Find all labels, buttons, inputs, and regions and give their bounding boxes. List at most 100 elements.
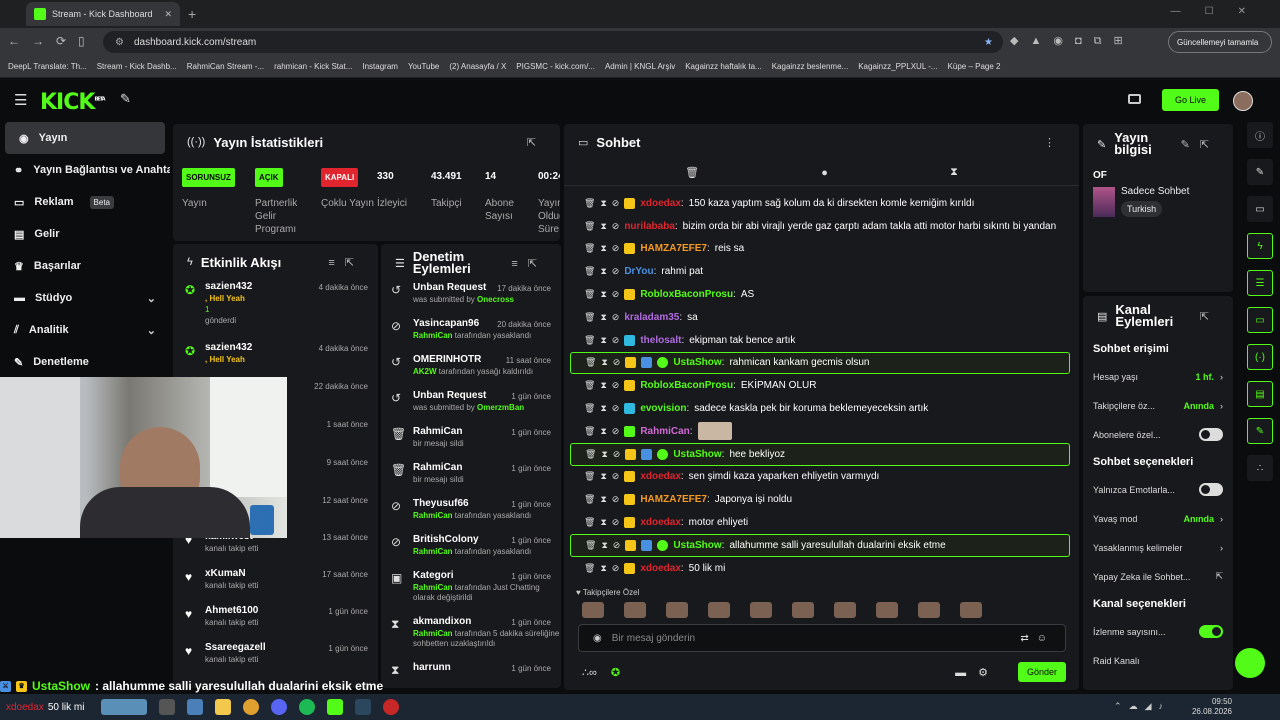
bookmark-item[interactable]: Admin | KNGL Arşiv <box>605 62 675 71</box>
bookmark-star-icon[interactable]: ★ <box>984 37 993 48</box>
bookmark-item[interactable]: Stream - Kick Dashb... <box>97 62 177 71</box>
chat-message[interactable]: 🗑︎ ⧗ ⊘ UstaShow: hee bekliyoz <box>570 442 1070 466</box>
delete-message-icon[interactable]: 🗑︎ <box>584 243 595 254</box>
delete-message-icon[interactable]: 🗑︎ <box>584 494 595 505</box>
sidebar-item-analitik[interactable]: ⫽ Analitik ⌄ <box>0 314 170 346</box>
chat-message[interactable]: 🗑︎ ⧗ ⊘ thelosalt: ekipman tak bence artık <box>570 329 1070 352</box>
taskbar-kick-icon[interactable] <box>326 699 343 715</box>
chat-message[interactable]: 🗑︎ ⧗ ⊘ nurilababa: bizim orda bir abi virajl… <box>570 215 1070 238</box>
ban-icon[interactable]: ⊘ <box>612 426 620 437</box>
taskbar-app-icon[interactable] <box>100 699 147 715</box>
sidebar-item-yayin[interactable]: ◉ Yayın <box>5 122 165 154</box>
sidebar-item-denetleme[interactable]: ✎ Denetleme <box>0 346 170 378</box>
ban-icon[interactable]: ⊘ <box>612 403 620 414</box>
timeout-icon[interactable]: ⧗ <box>600 426 606 437</box>
channel-setting[interactable]: Takipçilere öz... Anında › <box>1083 391 1233 420</box>
chat-message[interactable]: 🗑︎ ⧗ ⊘ RahmiCan: <box>570 420 1070 443</box>
chat-message[interactable]: 🗑︎ ⧗ ⊘ DrYou: rahmi pat <box>570 260 1070 283</box>
bookmark-item[interactable]: (2) Anasayfa / X <box>449 62 506 71</box>
taskbar-obs-icon[interactable] <box>382 699 399 715</box>
chat-input[interactable]: ◉ Bir mesaj gönderin ⇄☺ <box>578 624 1066 652</box>
chat-filter-icon[interactable]: ● <box>821 167 828 179</box>
delete-message-icon[interactable]: 🗑︎ <box>584 471 595 482</box>
kick-logo[interactable]: KICKBETA <box>40 90 106 115</box>
channel-setting[interactable]: Yapay Zeka ile Sohbet... ⇱ <box>1083 562 1233 591</box>
chat-username[interactable]: RobloxBaconProsu <box>640 289 733 300</box>
creator-tools-icon[interactable]: ✎ <box>120 91 131 107</box>
ban-icon[interactable]: ⊘ <box>612 335 620 346</box>
more-options-icon[interactable]: ⋮ <box>1044 136 1065 149</box>
chat-message[interactable]: 🗑︎ ⧗ ⊘ RobloxBaconProsu: AS <box>570 283 1070 306</box>
browser-tab[interactable]: Stream - Kick Dashboard ✕ <box>26 2 180 26</box>
bookmark-item[interactable]: Küpe – Page 2 <box>948 62 1001 71</box>
chat-username[interactable]: RahmiCan <box>640 426 689 437</box>
chat-username[interactable]: HAMZA7EFE7 <box>640 243 707 254</box>
chat-message[interactable]: 🗑︎ ⧗ ⊘ RobloxBaconProsu: EKİPMAN OLUR <box>570 374 1070 397</box>
emote-icon[interactable] <box>666 602 688 618</box>
delete-message-icon[interactable]: 🗑︎ <box>584 289 595 300</box>
channel-setting[interactable]: İzlenme sayısını... <box>1083 617 1233 646</box>
camera-icon[interactable] <box>1128 94 1141 104</box>
chat-username[interactable]: RobloxBaconProsu <box>640 380 733 391</box>
system-tray[interactable]: ⌃☁◢♪ <box>1114 701 1170 712</box>
hourglass-icon[interactable]: ⧗ <box>950 166 958 179</box>
chat-username[interactable]: UstaShow <box>673 449 721 460</box>
timeout-icon[interactable]: ⧗ <box>600 517 606 528</box>
chat-username[interactable]: xdoedax <box>640 517 681 528</box>
emote-icon[interactable] <box>750 602 772 618</box>
bookmark-item[interactable]: Kagainzz_PPLXUL -... <box>858 62 937 71</box>
chat-username[interactable]: UstaShow <box>673 357 721 368</box>
taskbar-discord-icon[interactable] <box>270 699 287 715</box>
timeout-icon[interactable]: ⧗ <box>600 494 606 505</box>
timeout-icon[interactable]: ⧗ <box>600 266 606 277</box>
ban-icon[interactable]: ⊘ <box>613 449 621 460</box>
filter-popout-icons[interactable]: ≡⇱ <box>328 256 364 269</box>
chat-message[interactable]: 🗑︎ ⧗ ⊘ UstaShow: allahumme salli yaresululla… <box>570 533 1070 557</box>
list-icon[interactable]: ☰ <box>1247 270 1273 296</box>
chat-username[interactable]: xdoedax <box>640 198 681 209</box>
setting-toggle[interactable] <box>1199 428 1223 441</box>
ban-icon[interactable]: ⊘ <box>612 198 620 209</box>
chat-username[interactable]: nurilababa <box>624 221 675 232</box>
delete-message-icon[interactable]: 🗑︎ <box>585 357 596 368</box>
channel-setting[interactable]: Raid Kanalı <box>1083 646 1233 675</box>
bookmark-item[interactable]: rahmican - Kick Stat... <box>274 62 352 71</box>
share-icon[interactable]: ∴ <box>1247 455 1273 481</box>
filter-popout-icons[interactable]: ≡⇱ <box>511 257 547 270</box>
chat-message[interactable]: 🗑︎ ⧗ ⊘ UstaShow: rahmican kankam gecmis olsu… <box>570 351 1070 375</box>
nav-buttons[interactable]: ←→⟳▯ <box>8 34 97 48</box>
ban-icon[interactable]: ⊘ <box>612 312 620 323</box>
bookmark-item[interactable]: DeepL Translate: Th... <box>8 62 87 71</box>
bookmark-item[interactable]: RahmiCan Stream -... <box>187 62 264 71</box>
delete-message-icon[interactable]: 🗑︎ <box>585 449 596 460</box>
ban-icon[interactable]: ⊘ <box>612 517 620 528</box>
delete-message-icon[interactable]: 🗑︎ <box>584 563 595 574</box>
chat-settings-icons[interactable]: ▬⚙ <box>955 666 1000 679</box>
ban-icon[interactable]: ⊘ <box>612 289 620 300</box>
delete-message-icon[interactable]: 🗑︎ <box>584 380 595 391</box>
chat-username[interactable]: kraladam35 <box>624 312 679 323</box>
ban-icon[interactable]: ⊘ <box>612 243 620 254</box>
site-info-icon[interactable]: ⚙ <box>115 37 124 48</box>
timeout-icon[interactable]: ⧗ <box>601 540 607 551</box>
chat-message[interactable]: 🗑︎ ⧗ ⊘ HAMZA7EFE7: reis sa <box>570 238 1070 261</box>
timeout-icon[interactable]: ⧗ <box>600 312 606 323</box>
sidebar-item-reklam[interactable]: ▭ Reklam Beta <box>0 186 170 218</box>
bookmark-item[interactable]: Kagainzz haftalık ta... <box>685 62 762 71</box>
emote-icon[interactable] <box>960 602 982 618</box>
wrench-icon[interactable]: ✎ <box>1247 418 1273 444</box>
sidebar-item-gelir[interactable]: ▤ Gelir <box>0 218 170 250</box>
new-tab-icon[interactable]: + <box>188 6 196 22</box>
signal-icon[interactable]: (·) <box>1247 344 1273 370</box>
camera-icon[interactable]: ▭ <box>1247 196 1273 222</box>
taskbar-spotify-icon[interactable] <box>298 699 315 715</box>
go-live-button[interactable]: Go Live <box>1162 89 1219 111</box>
chat-username[interactable]: HAMZA7EFE7 <box>640 494 707 505</box>
channel-setting[interactable]: Yavaş mod Anında › <box>1083 504 1233 533</box>
server-icon[interactable]: ▤ <box>1247 381 1273 407</box>
emote-icon[interactable] <box>708 602 730 618</box>
delete-message-icon[interactable]: 🗑︎ <box>584 426 595 437</box>
chat-username[interactable]: UstaShow <box>673 540 721 551</box>
emote-icon[interactable] <box>834 602 856 618</box>
ban-icon[interactable]: ⊘ <box>612 494 620 505</box>
